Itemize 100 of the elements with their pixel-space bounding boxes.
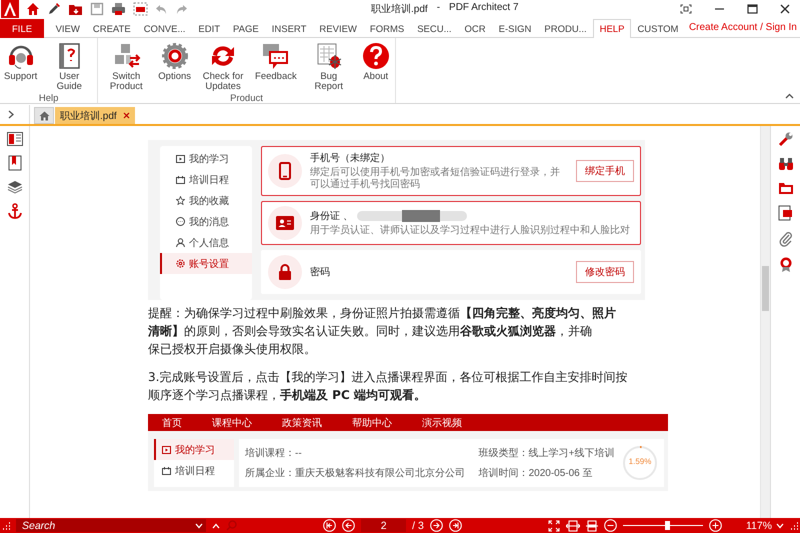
zoom-out-icon[interactable] — [604, 519, 617, 532]
menu-item[interactable]: 账号设置 — [160, 253, 252, 274]
menu-tab[interactable]: SECU... — [410, 19, 458, 38]
save-icon[interactable] — [90, 2, 104, 16]
menu-item[interactable]: 个人信息 — [160, 232, 252, 253]
app-name: PDF Architect 7 — [449, 2, 518, 15]
folder-icon[interactable] — [778, 181, 794, 195]
next-page-icon[interactable] — [430, 519, 443, 532]
menu-tab[interactable]: FILE — [0, 19, 44, 38]
account-link[interactable]: Create Account / Sign In — [688, 22, 797, 33]
menu-tab[interactable]: CREATE — [86, 19, 138, 38]
nav-link[interactable]: 政策资讯 — [282, 416, 322, 430]
progress-label: 1.59% — [628, 457, 652, 466]
search-up-icon[interactable] — [212, 522, 220, 528]
nav-link[interactable]: 演示视频 — [422, 416, 462, 430]
course-info: 培训课程：-- — [245, 446, 303, 460]
nav-link[interactable]: 课程中心 — [212, 416, 252, 430]
first-page-icon[interactable] — [323, 519, 336, 532]
ribbon-button[interactable]: Options — [156, 40, 194, 93]
document-tab[interactable]: 职业培训.pdf — [55, 107, 135, 124]
zoom-dropdown[interactable]: 117% — [746, 520, 784, 532]
ribbon-button[interactable]: Feedback — [253, 40, 299, 93]
last-page-icon[interactable] — [448, 519, 462, 532]
fit-width-icon[interactable] — [566, 520, 580, 532]
paperclip-icon[interactable] — [778, 231, 792, 247]
menu-tab[interactable]: FORMS — [363, 19, 411, 38]
menu-tab[interactable]: CONVE... — [137, 19, 192, 38]
nav-link[interactable]: 帮助中心 — [352, 416, 392, 430]
message-icon — [176, 217, 185, 226]
zoom-slider-thumb[interactable] — [664, 521, 670, 530]
scrollbar-thumb[interactable] — [762, 266, 769, 311]
menu-tab[interactable]: E-SIGN — [492, 19, 538, 38]
menu-tab[interactable]: OCR — [458, 19, 492, 38]
app-logo-icon[interactable] — [1, 0, 19, 18]
card-description: 绑定后可以使用手机号加密或者短信验证码进行登录，并可以通过手机号找回密码 — [310, 167, 561, 191]
grip-icon — [790, 522, 798, 530]
maximize-icon[interactable] — [747, 4, 758, 14]
ribbon-button[interactable]: User Guide — [43, 40, 96, 93]
menu-tab[interactable]: INSERT — [265, 19, 313, 38]
menu-tab[interactable]: REVIEW — [312, 19, 364, 38]
zoom-in-icon[interactable] — [708, 519, 722, 532]
person-icon — [176, 238, 185, 247]
menu-tab[interactable]: EDIT — [192, 19, 227, 38]
card-button[interactable]: 绑定手机 — [576, 160, 634, 182]
play-icon — [162, 446, 171, 454]
ribbon-button[interactable]: About — [358, 40, 393, 93]
anchor-icon[interactable] — [8, 203, 22, 219]
menu-tab[interactable]: HELP — [593, 19, 631, 38]
menu-item[interactable]: 我的学习 — [160, 148, 252, 169]
scan-print-icon[interactable] — [133, 2, 148, 16]
menu-tab[interactable]: VIEW — [49, 19, 86, 38]
home-tab[interactable] — [34, 107, 54, 124]
title-separator: - — [436, 2, 440, 15]
group-label: Help — [38, 93, 60, 104]
fit-page-icon[interactable] — [548, 520, 560, 532]
nav-link[interactable]: 首页 — [162, 416, 182, 430]
page-number-field[interactable]: 2 — [361, 519, 406, 532]
wrench-icon[interactable] — [778, 131, 794, 147]
menu-item[interactable]: 我的收藏 — [160, 190, 252, 211]
collapse-ribbon-icon[interactable] — [785, 93, 794, 99]
folder-icon[interactable] — [68, 2, 83, 16]
search-field[interactable]: Search — [16, 519, 192, 532]
menu-item[interactable]: 培训日程 — [154, 460, 234, 481]
menu-item[interactable]: 我的学习 — [154, 439, 234, 460]
chat-icon — [260, 41, 291, 71]
document-stamp-icon[interactable] — [778, 205, 793, 221]
phone-icon — [279, 162, 291, 180]
home-icon[interactable] — [26, 2, 40, 16]
bookmark-icon[interactable] — [8, 155, 22, 171]
card-title: 身份证 、 — [310, 210, 353, 223]
ribbon-button[interactable]: Switch Product — [100, 40, 152, 93]
menu-item[interactable]: 我的消息 — [160, 211, 252, 232]
ribbon-button[interactable]: Check for Updates — [197, 40, 250, 93]
menu-tab[interactable]: CUSTOM — [630, 19, 685, 38]
previous-page-icon[interactable] — [342, 519, 356, 532]
course-info: 培训时间：2020-05-06 至 — [478, 466, 594, 480]
close-icon[interactable] — [780, 4, 790, 14]
print-icon[interactable] — [111, 2, 126, 16]
card-title: 手机号（未绑定） — [310, 152, 390, 165]
menu-tab[interactable]: PRODU... — [538, 19, 594, 38]
expand-panel-icon[interactable] — [8, 110, 14, 119]
badge-icon[interactable] — [778, 257, 792, 273]
scrollbar[interactable] — [760, 126, 770, 518]
gear-icon — [160, 41, 190, 71]
menu-tab[interactable]: PAGE — [226, 19, 266, 38]
fit-height-icon[interactable] — [586, 520, 598, 532]
layers-icon[interactable] — [6, 180, 22, 194]
binoculars-icon[interactable] — [778, 157, 794, 171]
menu-item[interactable]: 培训日程 — [160, 169, 252, 190]
ribbon-button[interactable]: Bug Report — [302, 40, 355, 93]
dropdown-icon — [195, 522, 203, 528]
search-dropdown-button[interactable] — [192, 519, 206, 532]
close-tab-icon[interactable] — [122, 112, 130, 119]
thumbnails-icon[interactable] — [6, 132, 22, 146]
ribbon-button[interactable]: Support — [2, 40, 40, 93]
pen-icon[interactable] — [47, 2, 61, 16]
fullscreen-icon[interactable] — [680, 4, 692, 14]
page-total: / 3 — [412, 520, 424, 532]
dropdown-icon — [776, 522, 784, 528]
card-button[interactable]: 修改密码 — [576, 261, 634, 283]
